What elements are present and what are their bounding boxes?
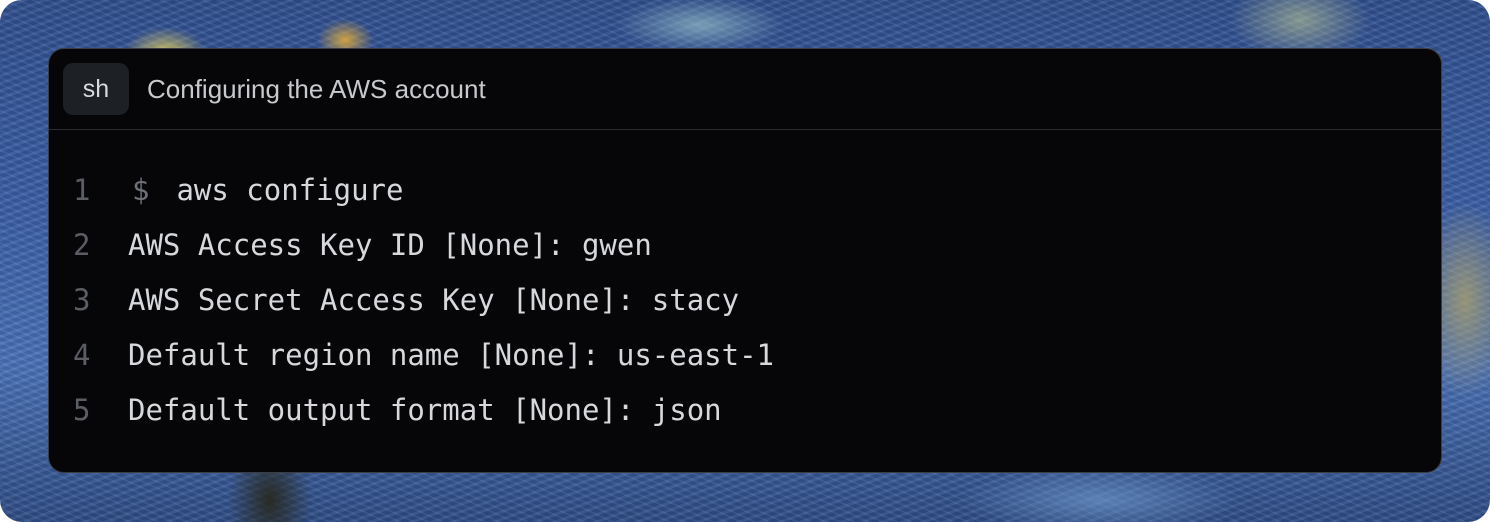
line-number: 2 bbox=[73, 227, 91, 262]
line-number: 3 bbox=[73, 282, 91, 317]
code-text: Default region name [None]: us-east-1 bbox=[128, 337, 775, 372]
code-block-header: sh Configuring the AWS account bbox=[49, 49, 1441, 130]
code-text: aws configure bbox=[176, 172, 404, 207]
code-line: 4 Default region name [None]: us-east-1 bbox=[49, 327, 1441, 382]
line-number: 1 bbox=[73, 172, 91, 207]
code-block-window: sh Configuring the AWS account 1 $ aws c… bbox=[48, 48, 1442, 473]
line-number: 5 bbox=[73, 392, 91, 427]
code-block-title: Configuring the AWS account bbox=[147, 73, 486, 104]
code-line: 5 Default output format [None]: json bbox=[49, 382, 1441, 437]
code-line: 2 AWS Access Key ID [None]: gwen bbox=[49, 217, 1441, 272]
code-body[interactable]: 1 $ aws configure 2 AWS Access Key ID [N… bbox=[49, 130, 1441, 437]
background-painting: sh Configuring the AWS account 1 $ aws c… bbox=[0, 0, 1490, 522]
code-line: 3 AWS Secret Access Key [None]: stacy bbox=[49, 272, 1441, 327]
code-text: Default output format [None]: json bbox=[128, 392, 722, 427]
code-text: AWS Access Key ID [None]: gwen bbox=[128, 227, 652, 262]
shell-prompt: $ bbox=[132, 172, 150, 207]
code-text: AWS Secret Access Key [None]: stacy bbox=[128, 282, 740, 317]
code-line: 1 $ aws configure bbox=[49, 162, 1441, 217]
language-badge: sh bbox=[63, 63, 129, 115]
line-number: 4 bbox=[73, 337, 91, 372]
